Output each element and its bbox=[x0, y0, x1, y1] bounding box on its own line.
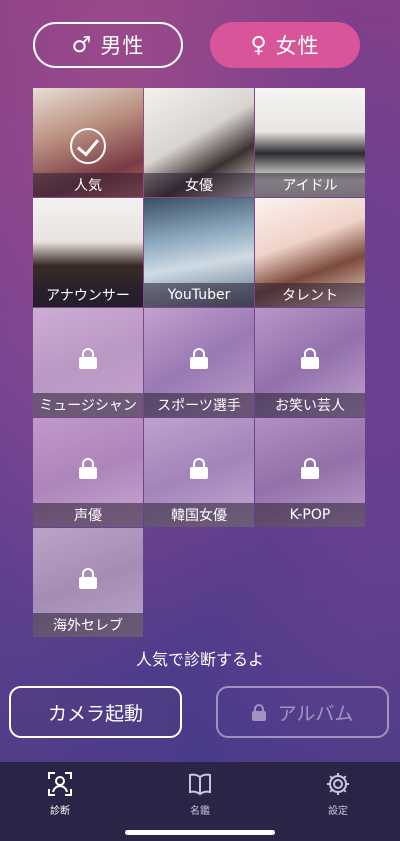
category-youtuber[interactable]: YouTuber bbox=[144, 198, 254, 307]
category-kpop[interactable]: K-POP bbox=[255, 418, 365, 527]
category-label: タレント bbox=[255, 283, 365, 307]
tab-settings[interactable]: 設定 bbox=[298, 770, 378, 825]
male-symbol-icon: ♂ bbox=[71, 32, 93, 58]
lock-icon bbox=[190, 458, 208, 479]
category-label: K-POP bbox=[255, 503, 365, 527]
male-label: 男性 bbox=[100, 34, 145, 58]
camera-button-label: カメラ起動 bbox=[47, 702, 143, 725]
lock-icon bbox=[79, 458, 97, 479]
category-label: アイドル bbox=[255, 173, 365, 197]
category-voice-actor[interactable]: 声優 bbox=[33, 418, 143, 527]
home-indicator bbox=[125, 830, 275, 835]
tab-diagnosis-label: 診断 bbox=[50, 806, 70, 817]
category-label: 声優 bbox=[33, 503, 143, 527]
book-icon bbox=[189, 773, 211, 796]
tab-bar: 診断 名鑑 設定 bbox=[0, 762, 400, 841]
male-button[interactable]: ♂ 男性 bbox=[33, 22, 183, 68]
lock-icon bbox=[190, 348, 208, 369]
gear-icon bbox=[327, 773, 349, 795]
tab-diagnosis[interactable]: 診断 bbox=[20, 770, 100, 825]
camera-button[interactable]: カメラ起動 bbox=[9, 686, 182, 738]
lock-icon bbox=[251, 703, 266, 721]
category-label: お笑い芸人 bbox=[255, 393, 365, 417]
category-musician[interactable]: ミュージシャン bbox=[33, 308, 143, 417]
person-frame-icon bbox=[48, 772, 72, 796]
category-label: アナウンサー bbox=[33, 283, 143, 307]
checkmark-icon bbox=[70, 128, 106, 164]
album-button-label: アルバム bbox=[277, 702, 354, 725]
category-announcer[interactable]: アナウンサー bbox=[33, 198, 143, 307]
category-label: YouTuber bbox=[144, 283, 254, 307]
category-idol[interactable]: アイドル bbox=[255, 88, 365, 197]
lock-icon bbox=[79, 348, 97, 369]
category-label: 海外セレブ bbox=[33, 613, 143, 637]
gender-selector: ♂ 男性 ♀ 女性 bbox=[33, 22, 365, 72]
female-label: 女性 bbox=[275, 34, 320, 58]
category-label: 人気 bbox=[33, 173, 143, 197]
category-label: ミュージシャン bbox=[33, 393, 143, 417]
tab-settings-label: 設定 bbox=[328, 806, 348, 817]
lock-icon bbox=[79, 568, 97, 589]
action-buttons: カメラ起動 アルバム bbox=[9, 686, 391, 738]
lock-icon bbox=[301, 348, 319, 369]
category-popular[interactable]: 人気 bbox=[33, 88, 143, 197]
category-korean-actress[interactable]: 韓国女優 bbox=[144, 418, 254, 527]
category-talent[interactable]: タレント bbox=[255, 198, 365, 307]
female-button[interactable]: ♀ 女性 bbox=[210, 22, 360, 68]
tab-directory-label: 名鑑 bbox=[190, 806, 210, 817]
category-label: スポーツ選手 bbox=[144, 393, 254, 417]
category-athlete[interactable]: スポーツ選手 bbox=[144, 308, 254, 417]
tab-directory[interactable]: 名鑑 bbox=[160, 770, 240, 825]
album-button[interactable]: アルバム bbox=[216, 686, 389, 738]
lock-icon bbox=[301, 458, 319, 479]
category-label: 韓国女優 bbox=[144, 503, 254, 527]
category-label: 女優 bbox=[144, 173, 254, 197]
category-actress[interactable]: 女優 bbox=[144, 88, 254, 197]
female-symbol-icon: ♀ bbox=[250, 32, 268, 58]
category-foreign-celebrity[interactable]: 海外セレブ bbox=[33, 528, 143, 637]
diagnosis-caption: 人気で診断するよ bbox=[135, 650, 264, 669]
category-comedian[interactable]: お笑い芸人 bbox=[255, 308, 365, 417]
